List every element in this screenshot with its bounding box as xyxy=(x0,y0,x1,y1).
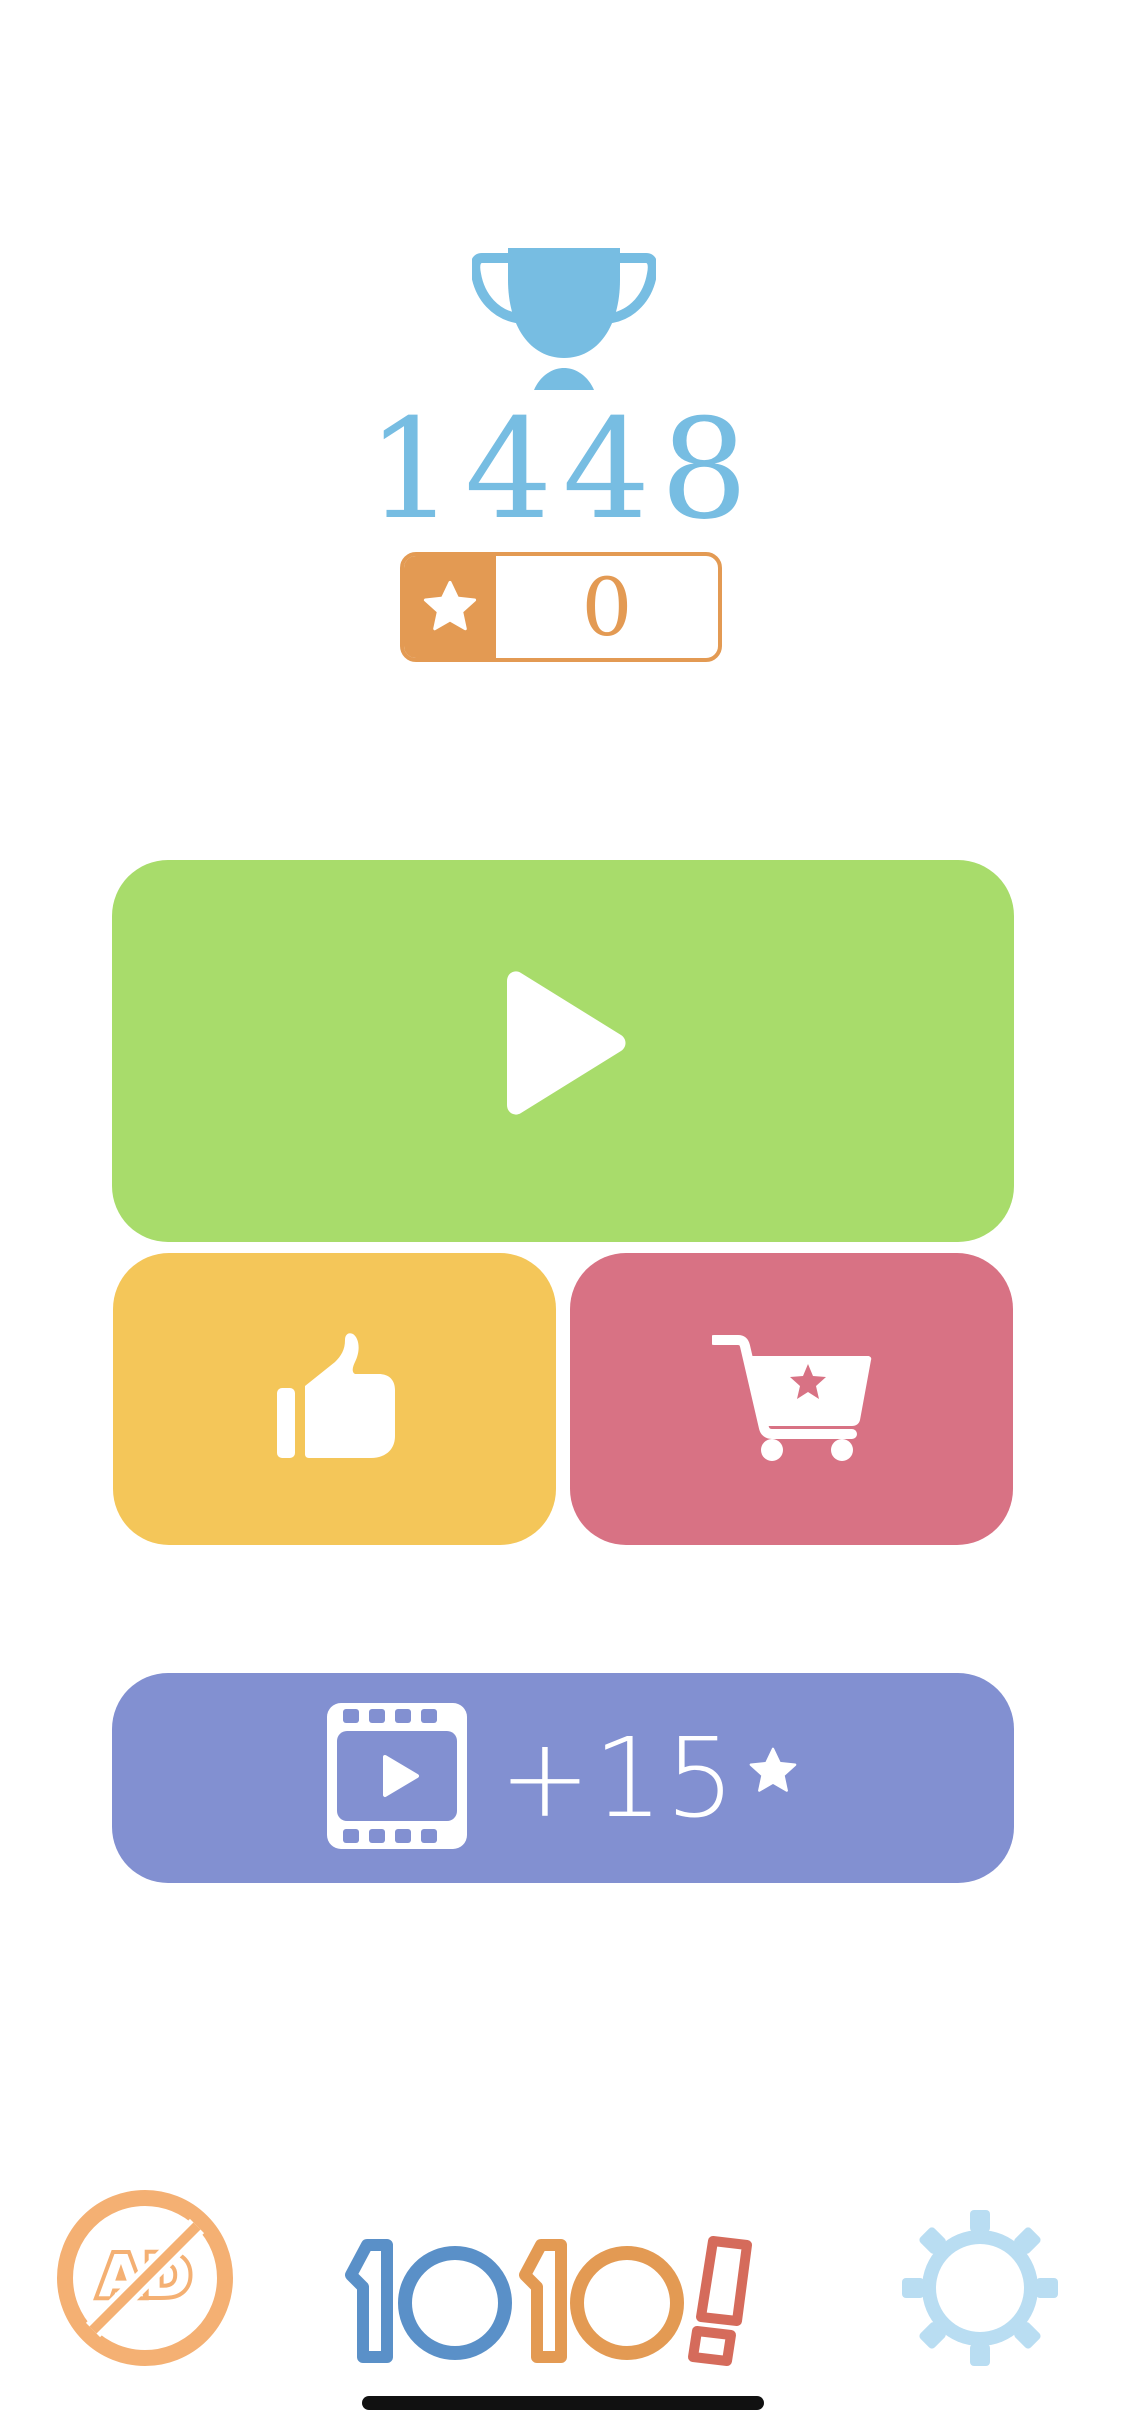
reward-amount: +15 xyxy=(498,1714,738,1842)
game-logo xyxy=(345,2235,775,2367)
video-film-icon xyxy=(325,1701,469,1855)
no-ads-icon: AD xyxy=(55,2190,235,2372)
stars-counter: 0 xyxy=(400,552,722,662)
gear-icon xyxy=(900,2210,1060,2372)
rate-button[interactable] xyxy=(113,1253,556,1545)
trophy-icon xyxy=(470,240,658,390)
settings-button[interactable] xyxy=(900,2208,1060,2368)
play-button[interactable] xyxy=(112,860,1014,1242)
cart-star-icon xyxy=(708,1332,872,1466)
star-icon xyxy=(404,556,496,658)
home-indicator xyxy=(362,2396,764,2410)
stars-count: 0 xyxy=(581,560,633,654)
play-icon xyxy=(493,969,633,1133)
high-score: 1448 xyxy=(366,389,759,550)
star-icon xyxy=(745,1743,801,1803)
no-ads-button[interactable]: AD xyxy=(55,2188,235,2368)
shop-button[interactable] xyxy=(570,1253,1013,1545)
watch-video-reward-button[interactable]: +15 xyxy=(112,1673,1014,1883)
thumbs-up-icon xyxy=(275,1332,395,1466)
